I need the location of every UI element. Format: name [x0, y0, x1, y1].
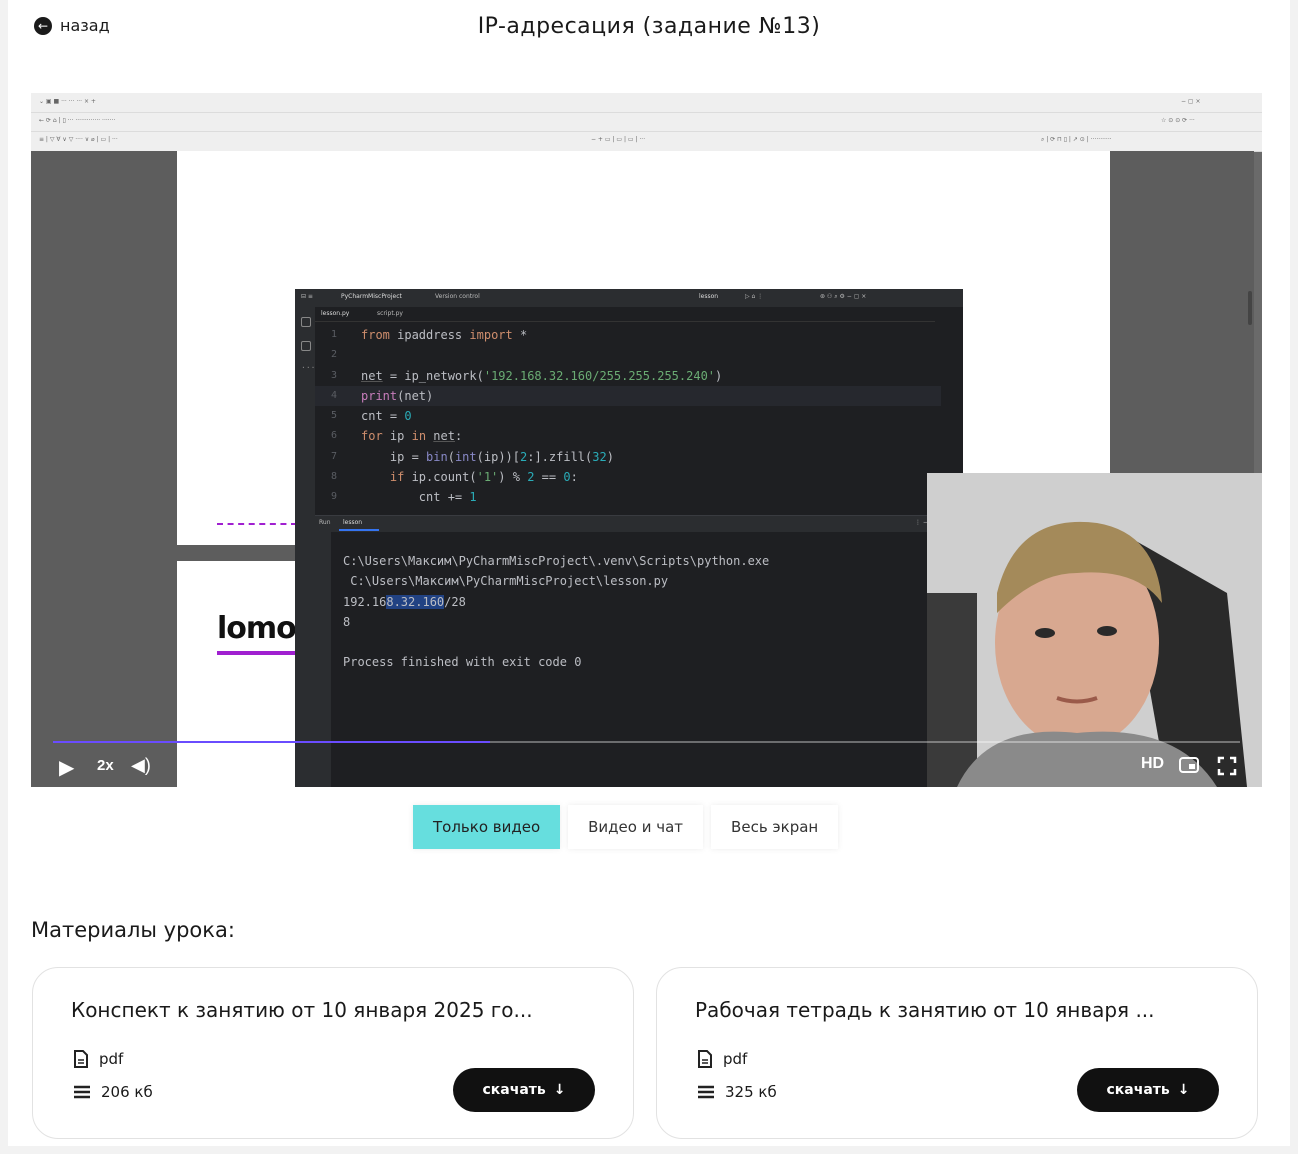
- webcam-overlay: [927, 473, 1262, 787]
- code-line: cnt += 1: [361, 490, 477, 505]
- video-progress-fill: [53, 741, 490, 743]
- line-number: 7: [330, 450, 338, 462]
- console-line: C:\Users\Максим\PyCharmMiscProject\lesso…: [343, 574, 669, 589]
- code-editor: from ipaddress import * net = ip_network…: [361, 325, 941, 509]
- text-selection: 8.32.160: [386, 594, 445, 609]
- material-card: Рабочая тетрадь к занятию от 10 января .…: [656, 967, 1258, 1139]
- line-number: 1: [330, 329, 338, 340]
- download-button[interactable]: скачать ↓: [1077, 1068, 1219, 1112]
- only-video-button[interactable]: Только видео: [413, 805, 561, 849]
- file-icon: [74, 1050, 88, 1068]
- arrow-down-icon: ↓: [1177, 1082, 1190, 1098]
- video-browser-toolbar: ⌄ ▣ ■ ··· ··· ··· × + ← ⟳ ⌂ | ▯ ··· ····…: [31, 93, 1262, 152]
- line-number: 4: [330, 389, 338, 401]
- page-title: IP-адресация (задание №13): [477, 14, 821, 39]
- code-line: ip = bin(int(ip))[2:].zfill(32): [361, 449, 614, 464]
- download-button[interactable]: скачать ↓: [453, 1068, 595, 1112]
- video-player[interactable]: ⌄ ▣ ■ ··· ··· ··· × + ← ⟳ ⌂ | ▯ ··· ····…: [31, 93, 1262, 787]
- line-number: 5: [330, 410, 338, 422]
- code-line: from ipaddress import *: [361, 328, 528, 342]
- view-mode-selector: Только видео Видео и чат Весь экран: [413, 805, 839, 849]
- ide-run-config: lesson: [699, 293, 719, 300]
- console-line: C:\Users\Максим\PyCharmMiscProject\.venv…: [343, 554, 770, 568]
- run-console: C:\Users\Максим\PyCharmMiscProject\.venv…: [343, 551, 943, 673]
- line-number: 3: [330, 369, 338, 381]
- hd-icon[interactable]: HD: [1141, 755, 1164, 773]
- ide-project-name: PyCharmMiscProject: [341, 293, 402, 300]
- code-line: for ip in net:: [361, 429, 463, 444]
- ide-toolbar-left: ···: [295, 307, 315, 787]
- console-line: 192.168.32.160/28: [343, 594, 466, 609]
- file-size: 325 кб: [697, 1083, 777, 1101]
- file-icon: [698, 1050, 712, 1068]
- line-number: 9: [330, 491, 338, 503]
- ide-tab: script.py: [377, 310, 403, 317]
- material-card: Конспект к занятию от 10 января 2025 го.…: [32, 967, 634, 1139]
- play-icon[interactable]: ▶: [59, 755, 74, 780]
- file-type: pdf: [73, 1050, 123, 1068]
- code-line: net = ip_network('192.168.32.160/255.255…: [361, 368, 723, 383]
- size-icon: [74, 1085, 90, 1099]
- video-and-chat-button[interactable]: Видео и чат: [568, 805, 704, 849]
- code-line: cnt = 0: [361, 409, 412, 424]
- fullscreen-icon[interactable]: [1217, 756, 1237, 781]
- console-line: Process finished with exit code 0: [343, 655, 582, 670]
- line-number: 2: [330, 349, 338, 361]
- material-title: Рабочая тетрадь к занятию от 10 января .…: [695, 998, 1155, 1022]
- pycharm-window: ⊟ ≡ PyCharmMiscProject Version control l…: [295, 289, 963, 787]
- line-number: 6: [330, 430, 338, 442]
- volume-icon[interactable]: ◀): [131, 755, 151, 776]
- ide-editor-tabs: lesson.py script.py: [315, 307, 935, 322]
- run-panel-header: Run lesson ⋮ −: [315, 515, 963, 532]
- video-progress-bar[interactable]: [53, 741, 1240, 743]
- code-line: print(net): [361, 388, 434, 403]
- ide-vcs: Version control: [435, 293, 480, 300]
- console-line: 8: [343, 614, 351, 629]
- mini-player-icon[interactable]: [1179, 756, 1199, 779]
- line-number: 8: [330, 471, 338, 483]
- file-type: pdf: [697, 1050, 747, 1068]
- size-icon: [698, 1085, 714, 1099]
- run-panel-toolbar: [315, 531, 331, 787]
- ide-tab: lesson.py: [321, 310, 350, 317]
- presenter-image: [927, 473, 1262, 787]
- arrow-down-icon: ↓: [553, 1082, 566, 1098]
- full-screen-button[interactable]: Весь экран: [711, 805, 839, 849]
- line-numbers: 1 2 3 4 5 6 7 8 9: [315, 325, 353, 509]
- material-title: Конспект к занятию от 10 января 2025 го.…: [71, 998, 533, 1022]
- materials-heading: Материалы урока:: [31, 918, 235, 942]
- ide-titlebar: ⊟ ≡ PyCharmMiscProject Version control l…: [295, 289, 963, 307]
- code-line: if ip.count('1') % 2 == 0:: [389, 470, 578, 485]
- pdf-scrollbar: [1248, 291, 1252, 325]
- file-size: 206 кб: [73, 1083, 153, 1101]
- dashed-line: [217, 523, 297, 525]
- video-timecode: 25:54 / 1:10:58: [178, 758, 265, 773]
- logo-underline: [217, 651, 307, 655]
- playback-speed-button[interactable]: 2x: [97, 757, 114, 774]
